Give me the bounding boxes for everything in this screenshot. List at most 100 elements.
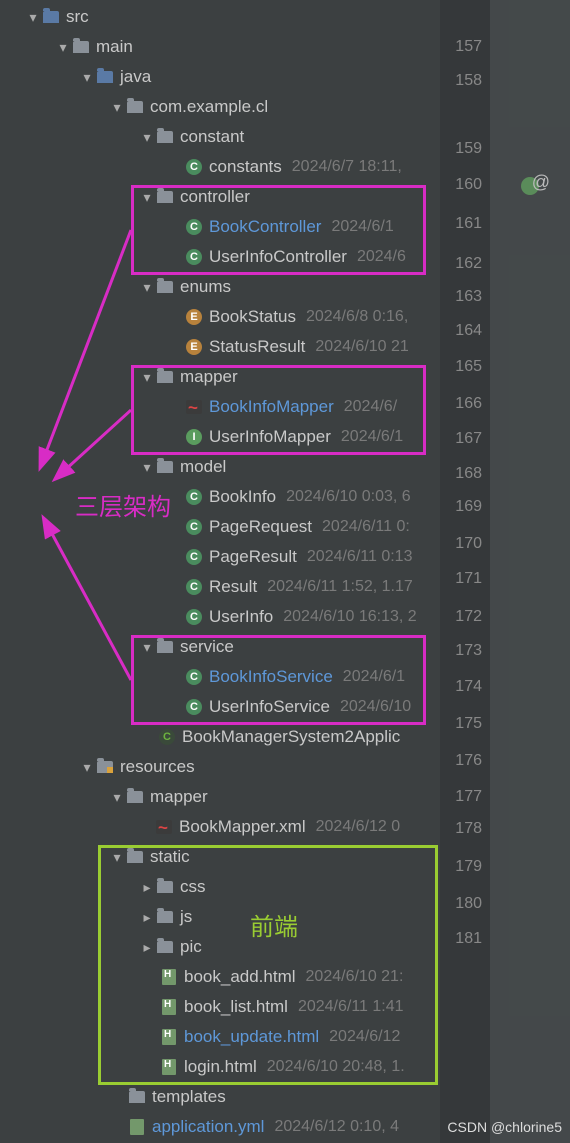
chevron-down-icon[interactable] <box>26 9 40 26</box>
file-label: Result <box>209 577 257 597</box>
chevron-down-icon[interactable] <box>140 639 154 656</box>
folder-icon <box>157 371 173 383</box>
file-meta: 2024/6/10 16:13, 2 <box>283 608 416 626</box>
file-bookinfoservice[interactable]: C BookInfoService 2024/6/1 <box>0 662 440 692</box>
line-number: 168 <box>455 465 482 483</box>
file-meta: 2024/6/12 0:10, 4 <box>274 1118 399 1136</box>
folder-java[interactable]: java <box>0 62 440 92</box>
folder-constant[interactable]: constant <box>0 122 440 152</box>
file-userinfocontroller[interactable]: C UserInfoController 2024/6 <box>0 242 440 272</box>
file-label: application.yml <box>152 1117 264 1137</box>
folder-icon <box>157 911 173 923</box>
chevron-down-icon[interactable] <box>140 189 154 206</box>
folder-icon <box>157 191 173 203</box>
file-meta: 2024/6/1 <box>341 428 403 446</box>
class-icon: C <box>186 219 202 235</box>
file-meta: 2024/6/11 1:52, 1.17 <box>267 578 413 596</box>
folder-icon <box>157 281 173 293</box>
html-file-icon <box>162 1059 176 1075</box>
file-label: PageRequest <box>209 517 312 537</box>
line-number: 169 <box>455 498 482 516</box>
folder-static[interactable]: static <box>0 842 440 872</box>
file-label: BookInfo <box>209 487 276 507</box>
folder-service[interactable]: service <box>0 632 440 662</box>
folder-js[interactable]: js <box>0 902 440 932</box>
project-tree[interactable]: src main java com.example.cl constant C … <box>0 0 440 1143</box>
line-number: 181 <box>455 930 482 948</box>
folder-templates[interactable]: templates <box>0 1082 440 1112</box>
file-bookstatus[interactable]: E BookStatus 2024/6/8 0:16, <box>0 302 440 332</box>
file-application-yml[interactable]: application.yml 2024/6/12 0:10, 4 <box>0 1112 440 1142</box>
chevron-down-icon[interactable] <box>140 459 154 476</box>
class-icon: C <box>186 159 202 175</box>
file-pageresult[interactable]: C PageResult 2024/6/11 0:13 <box>0 542 440 572</box>
line-number: 174 <box>455 678 482 696</box>
line-number: 172 <box>455 608 482 626</box>
folder-label: resources <box>120 757 195 777</box>
folder-src[interactable]: src <box>0 2 440 32</box>
file-label: UserInfo <box>209 607 273 627</box>
folder-icon <box>127 791 143 803</box>
file-bookcontroller[interactable]: C BookController 2024/6/1 <box>0 212 440 242</box>
file-bookinfo[interactable]: C BookInfo 2024/6/10 0:03, 6 <box>0 482 440 512</box>
line-number: 161 <box>455 215 482 233</box>
file-constants[interactable]: C constants 2024/6/7 18:11, <box>0 152 440 182</box>
file-bookinfomapper[interactable]: BookInfoMapper 2024/6/ <box>0 392 440 422</box>
folder-label: templates <box>152 1087 226 1107</box>
folder-label: service <box>180 637 234 657</box>
file-result[interactable]: C Result 2024/6/11 1:52, 1.17 <box>0 572 440 602</box>
folder-main[interactable]: main <box>0 32 440 62</box>
chevron-down-icon[interactable] <box>140 279 154 296</box>
chevron-down-icon[interactable] <box>110 789 124 806</box>
line-number: 179 <box>455 858 482 876</box>
chevron-down-icon[interactable] <box>110 849 124 866</box>
file-book-list[interactable]: book_list.html 2024/6/11 1:41 <box>0 992 440 1022</box>
chevron-down-icon[interactable] <box>140 129 154 146</box>
file-label: BookInfoService <box>209 667 333 687</box>
file-springapp[interactable]: C BookManagerSystem2Applic <box>0 722 440 752</box>
file-bookmapper-xml[interactable]: BookMapper.xml 2024/6/12 0 <box>0 812 440 842</box>
chevron-down-icon[interactable] <box>140 369 154 386</box>
file-label: BookMapper.xml <box>179 817 306 837</box>
line-number: 173 <box>455 642 482 660</box>
line-gutter: 157 158 159 160 161 162 163 164 165 166 … <box>440 0 490 1143</box>
file-book-add[interactable]: book_add.html 2024/6/10 21: <box>0 962 440 992</box>
line-number: 170 <box>455 535 482 553</box>
chevron-down-icon[interactable] <box>56 39 70 56</box>
line-number: 167 <box>455 430 482 448</box>
file-meta: 2024/6/8 0:16, <box>306 308 408 326</box>
folder-mapper[interactable]: mapper <box>0 362 440 392</box>
file-login[interactable]: login.html 2024/6/10 20:48, 1. <box>0 1052 440 1082</box>
class-icon: C <box>186 699 202 715</box>
folder-icon <box>97 71 113 83</box>
chevron-down-icon[interactable] <box>110 99 124 116</box>
class-icon: C <box>186 579 202 595</box>
file-meta: 2024/6/10 20:48, 1. <box>267 1058 405 1076</box>
file-userinfo[interactable]: C UserInfo 2024/6/10 16:13, 2 <box>0 602 440 632</box>
chevron-down-icon[interactable] <box>80 69 94 86</box>
file-label: PageResult <box>209 547 297 567</box>
folder-resources[interactable]: resources <box>0 752 440 782</box>
file-label: BookInfoMapper <box>209 397 334 417</box>
chevron-down-icon[interactable] <box>80 759 94 776</box>
folder-model[interactable]: model <box>0 452 440 482</box>
folder-icon <box>127 851 143 863</box>
line-number: 177 <box>455 788 482 806</box>
folder-label: mapper <box>150 787 208 807</box>
folder-css[interactable]: css <box>0 872 440 902</box>
file-book-update[interactable]: book_update.html 2024/6/12 <box>0 1022 440 1052</box>
folder-pic[interactable]: pic <box>0 932 440 962</box>
folder-label: java <box>120 67 151 87</box>
folder-enums[interactable]: enums <box>0 272 440 302</box>
chevron-right-icon[interactable] <box>140 939 154 956</box>
folder-package[interactable]: com.example.cl <box>0 92 440 122</box>
file-pagerequest[interactable]: C PageRequest 2024/6/11 0: <box>0 512 440 542</box>
folder-controller[interactable]: controller <box>0 182 440 212</box>
chevron-right-icon[interactable] <box>140 879 154 896</box>
file-userinfoservice[interactable]: C UserInfoService 2024/6/10 <box>0 692 440 722</box>
chevron-right-icon[interactable] <box>140 909 154 926</box>
file-statusresult[interactable]: E StatusResult 2024/6/10 21 <box>0 332 440 362</box>
folder-mapper-res[interactable]: mapper <box>0 782 440 812</box>
folder-label: pic <box>180 937 202 957</box>
file-userinfomapper[interactable]: I UserInfoMapper 2024/6/1 <box>0 422 440 452</box>
